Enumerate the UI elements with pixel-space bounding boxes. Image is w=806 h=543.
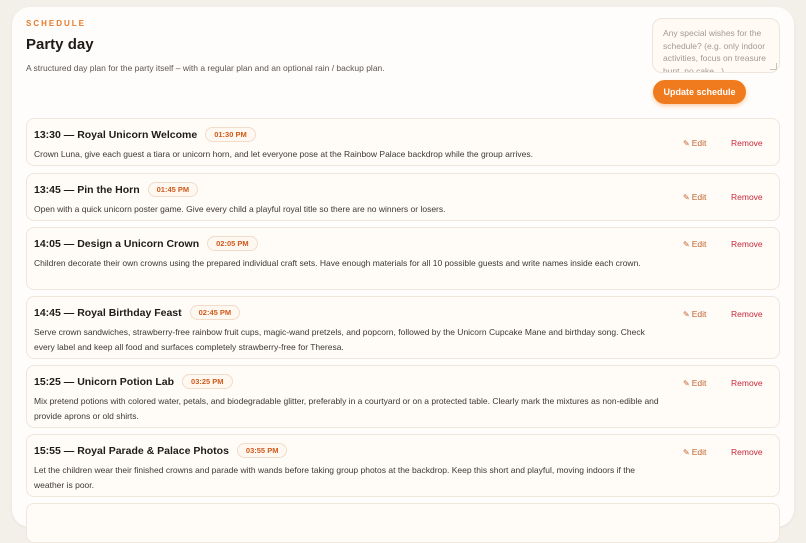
edit-label: Edit xyxy=(691,378,707,388)
schedule-item-description: Mix pretend potions with colored water, … xyxy=(34,396,659,421)
schedule-item-description: Serve crown sandwiches, strawberry-free … xyxy=(34,327,645,352)
schedule-item: 15:55 — Royal Parade & Palace Photos 03:… xyxy=(26,434,780,497)
schedule-item-description: Children decorate their own crowns using… xyxy=(34,258,641,268)
edit-label: Edit xyxy=(691,309,707,319)
time-badge: 01:45 PM xyxy=(147,182,199,197)
edit-button[interactable]: ✎ Edit xyxy=(683,309,706,319)
resize-handle-icon[interactable] xyxy=(770,63,777,70)
schedule-item-title: 13:30 — Royal Unicorn Welcome xyxy=(34,128,198,141)
pencil-icon: ✎ xyxy=(683,309,690,319)
edit-button[interactable]: ✎ Edit xyxy=(683,447,706,457)
schedule-card: SCHEDULE Party day A structured day plan… xyxy=(12,7,794,543)
edit-label: Edit xyxy=(691,138,707,148)
edit-label: Edit xyxy=(691,239,707,249)
edit-button[interactable]: ✎ Edit xyxy=(683,138,706,148)
edit-button[interactable]: ✎ Edit xyxy=(683,239,706,249)
schedule-item: 15:25 — Unicorn Potion Lab 03:25 PM Mix … xyxy=(26,365,780,428)
remove-button[interactable]: Remove xyxy=(731,309,763,319)
schedule-item xyxy=(26,503,780,543)
time-badge: 03:25 PM xyxy=(182,374,233,389)
time-badge: 02:45 PM xyxy=(189,305,241,320)
schedule-item: 14:45 — Royal Birthday Feast 02:45 PM Se… xyxy=(26,296,780,359)
page-title: Party day xyxy=(26,36,94,53)
pencil-icon: ✎ xyxy=(683,192,690,202)
remove-button[interactable]: Remove xyxy=(731,192,763,202)
edit-button[interactable]: ✎ Edit xyxy=(683,192,706,202)
edit-label: Edit xyxy=(691,447,707,457)
pencil-icon: ✎ xyxy=(683,447,690,457)
schedule-item-description: Crown Luna, give each guest a tiara or u… xyxy=(34,149,533,159)
update-schedule-button[interactable]: Update schedule xyxy=(653,80,746,104)
schedule-item-title: 15:55 — Royal Parade & Palace Photos xyxy=(34,444,229,457)
schedule-item-description: Open with a quick unicorn poster game. G… xyxy=(34,204,446,214)
remove-button[interactable]: Remove xyxy=(731,447,763,457)
section-eyebrow: SCHEDULE xyxy=(26,19,87,28)
schedule-item-description: Let the children wear their finished cro… xyxy=(34,465,636,490)
pencil-icon: ✎ xyxy=(683,239,690,249)
remove-button[interactable]: Remove xyxy=(731,239,763,249)
time-badge: 02:05 PM xyxy=(207,236,258,251)
pencil-icon: ✎ xyxy=(683,138,690,148)
time-badge: 03:55 PM xyxy=(236,443,288,458)
remove-button[interactable]: Remove xyxy=(731,138,763,148)
schedule-item: 13:30 — Royal Unicorn Welcome 01:30 PM C… xyxy=(26,118,780,166)
schedule-item-title: 13:45 — Pin the Horn xyxy=(34,183,140,196)
page-subtitle: A structured day plan for the party itse… xyxy=(26,63,385,73)
special-wishes-textarea[interactable]: Any special wishes for the schedule? (e.… xyxy=(652,18,780,73)
schedule-item: 14:05 — Design a Unicorn Crown 02:05 PM … xyxy=(26,227,780,290)
edit-button[interactable]: ✎ Edit xyxy=(683,378,706,388)
edit-label: Edit xyxy=(691,192,707,202)
remove-button[interactable]: Remove xyxy=(731,378,763,388)
pencil-icon: ✎ xyxy=(683,378,690,388)
schedule-item-title: 14:45 — Royal Birthday Feast xyxy=(34,306,182,319)
special-wishes-placeholder: Any special wishes for the schedule? (e.… xyxy=(663,28,766,73)
schedule-item: 13:45 — Pin the Horn 01:45 PM Open with … xyxy=(26,173,780,221)
schedule-item-title: 15:25 — Unicorn Potion Lab xyxy=(34,375,175,388)
schedule-item-title: 14:05 — Design a Unicorn Crown xyxy=(34,237,200,250)
time-badge: 01:30 PM xyxy=(205,127,256,142)
